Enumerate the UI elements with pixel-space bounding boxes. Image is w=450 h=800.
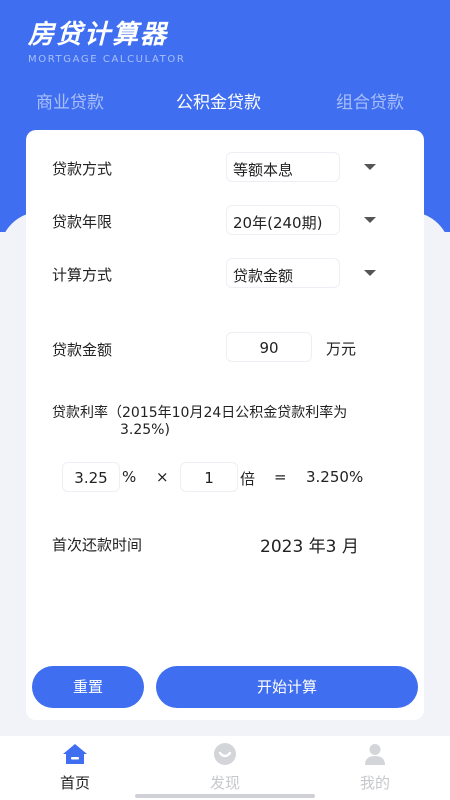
loan-amount-unit: 万元 [326,340,357,358]
chevron-down-icon[interactable] [364,217,376,223]
interest-rate-label: 贷款利率（2015年10月24日公积金贷款利率为 [52,405,348,421]
effective-rate-value: 3.250% [306,468,364,486]
tab-provident-fund-loan[interactable]: 公积金贷款 [176,88,261,113]
calculator-card: 贷款方式 等额本息 贷款年限 20年(240期) 计算方式 贷款金额 贷款金额 … [26,130,424,720]
app-subtitle: MORTGAGE CALCULATOR [28,54,186,65]
home-indicator [135,794,315,798]
bottom-nav: 首页 发现 我的 [0,736,450,800]
calculate-button[interactable]: 开始计算 [156,666,418,708]
first-payment-date[interactable]: 2023 年3 月 [260,532,359,557]
chevron-down-icon[interactable] [364,164,376,170]
multiplier-unit: 倍 [240,470,256,488]
base-rate-input[interactable]: 3.25 [62,462,120,492]
times-sign: × [156,468,169,486]
tab-combined-loan[interactable]: 组合贷款 [336,88,404,113]
loan-term-label: 贷款年限 [52,213,113,231]
repayment-method-label: 贷款方式 [52,160,113,178]
loan-amount-label: 贷款金额 [52,341,113,359]
loan-amount-input[interactable]: 90 [226,332,312,362]
interest-rate-note: 3.25%) [120,422,170,438]
nav-label-home: 首页 [59,774,90,792]
loan-term-select[interactable]: 20年(240期) [226,205,340,235]
reset-button[interactable]: 重置 [32,666,144,708]
nav-item-mine[interactable]: 我的 [335,742,415,793]
nav-item-home[interactable]: 首页 [35,742,115,793]
home-icon [63,744,87,764]
percent-sign: % [122,468,137,486]
nav-label-mine: 我的 [359,774,390,792]
rate-multiplier-input[interactable]: 1 [180,462,238,492]
nav-label-discover: 发现 [209,774,240,792]
calc-method-label: 计算方式 [52,266,113,284]
chevron-down-icon[interactable] [364,270,376,276]
discover-icon [214,743,236,765]
calc-method-select[interactable]: 贷款金额 [226,258,340,288]
equals-sign: = [274,468,287,486]
nav-item-discover[interactable]: 发现 [185,742,265,793]
app-title: 房贷计算器 [28,20,169,50]
user-icon [365,744,385,765]
loan-type-tabs: 商业贷款 公积金贷款 组合贷款 [0,88,450,118]
tab-commercial-loan[interactable]: 商业贷款 [36,88,104,113]
first-payment-label: 首次还款时间 [52,536,143,554]
repayment-method-select[interactable]: 等额本息 [226,152,340,182]
